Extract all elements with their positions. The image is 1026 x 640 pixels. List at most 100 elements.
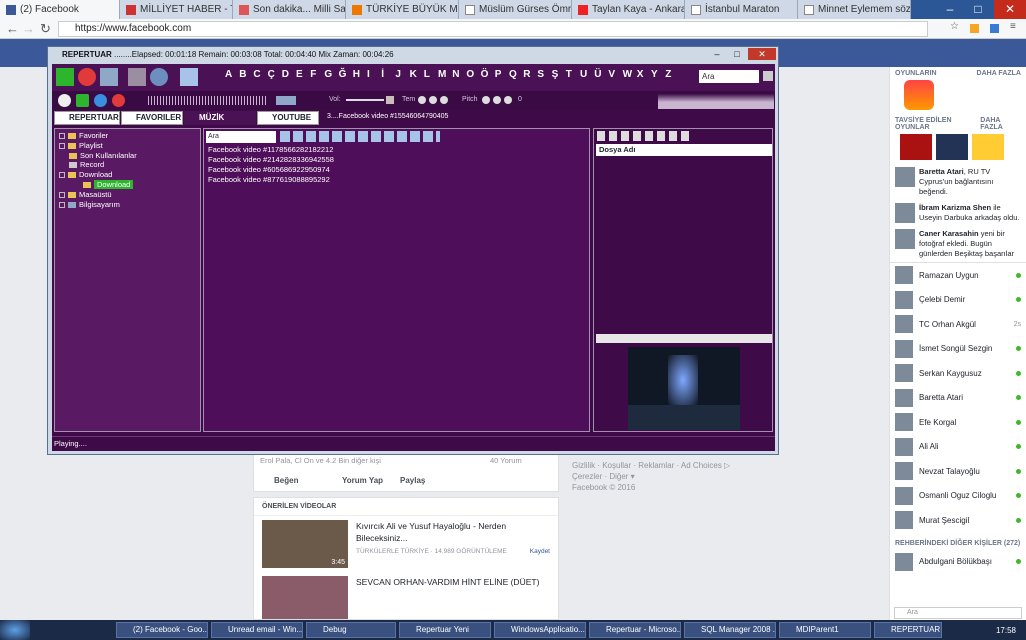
plus-icon[interactable] <box>936 134 968 160</box>
record-icon[interactable] <box>112 94 125 107</box>
taskbar-item[interactable]: Repertuar Yeni <box>399 622 491 638</box>
contact-item[interactable]: Serkan Kaygusuz <box>890 361 1026 386</box>
tree-item-download[interactable]: Download <box>59 170 112 179</box>
more-link[interactable]: DAHA FAZLA <box>980 117 1021 131</box>
letter-filter-28[interactable]: V <box>608 69 615 80</box>
letter-filter-23[interactable]: S <box>537 69 544 80</box>
letter-filter-25[interactable]: T <box>566 69 572 80</box>
list-item[interactable]: Facebook video #2142828336942558 <box>208 155 334 164</box>
doubledown-icon[interactable] <box>900 134 932 160</box>
letter-filter-21[interactable]: Q <box>509 69 517 80</box>
letter-filter-17[interactable]: N <box>452 69 459 80</box>
letter-filter-26[interactable]: U <box>580 69 587 80</box>
browser-tab[interactable]: İstanbul Maraton <box>685 0 798 19</box>
feed-item[interactable]: İbram Karizma Shen ile Useyin Darbuka ar… <box>890 200 1026 226</box>
tree-item-recent[interactable]: Son Kullanılanlar <box>69 151 137 160</box>
window-titlebar[interactable]: REPERTUAR ........Elapsed: 00:01:18 Rema… <box>48 47 778 63</box>
browser-tab[interactable]: Son dakika... Milli Sav <box>233 0 346 19</box>
letter-filter-15[interactable]: L <box>424 69 430 80</box>
notes-icon[interactable] <box>180 68 198 86</box>
forward-icon[interactable]: → <box>22 21 35 36</box>
expand-icon[interactable] <box>59 201 65 208</box>
letter-filter-12[interactable]: İ <box>381 69 384 80</box>
letter-filter-2[interactable]: B <box>239 69 246 80</box>
volume-icon[interactable] <box>386 96 394 104</box>
letter-filter-16[interactable]: M <box>438 69 446 80</box>
contact-item[interactable]: Çelebi Demir <box>890 288 1026 313</box>
add-icon[interactable] <box>56 68 74 86</box>
contact-item[interactable]: Baretta Atari <box>890 386 1026 411</box>
expand-icon[interactable] <box>59 191 65 198</box>
star-icon[interactable]: ☆ <box>950 21 959 32</box>
reactions-summary[interactable]: Erol Pala, Cl On ve 4.2 Bin diğer kişi <box>260 456 381 465</box>
taskbar-item[interactable]: Unread email - Win... <box>211 622 303 638</box>
contact-item[interactable]: İsmet Songül Sezgin <box>890 337 1026 362</box>
contact-item[interactable]: Abdulgani Bölükbaşı <box>890 550 1026 575</box>
chat-icon[interactable] <box>128 68 146 86</box>
list-search-input[interactable]: Ara <box>206 131 276 143</box>
taskbar-item[interactable]: MDIParent1 <box>779 622 871 638</box>
letter-filter-3[interactable]: C <box>253 69 260 80</box>
letter-filter-20[interactable]: P <box>495 69 502 80</box>
list-icon[interactable] <box>100 68 118 86</box>
letter-filter-31[interactable]: Y <box>651 69 658 80</box>
close-icon[interactable]: ✕ <box>994 0 1026 19</box>
letter-filter-32[interactable]: Z <box>665 69 671 80</box>
url-input[interactable]: https://www.facebook.com <box>58 21 928 37</box>
comments-count[interactable]: 40 Yorum <box>490 456 522 465</box>
expand-icon[interactable] <box>59 132 65 139</box>
tree-item-desktop[interactable]: Masaüstü <box>59 190 112 199</box>
playlist-toolbar-icons[interactable] <box>597 131 693 141</box>
minimize-icon[interactable]: – <box>708 48 726 60</box>
expand-icon[interactable] <box>59 142 65 149</box>
taskbar-item[interactable]: SQL Manager 2008 ... <box>684 622 776 638</box>
like-button[interactable]: Beğen <box>274 476 298 485</box>
reload-icon[interactable]: ↻ <box>40 21 51 37</box>
tempo-down-icon[interactable] <box>418 96 426 104</box>
taskbar-item[interactable]: Repertuar - Microso... <box>589 622 681 638</box>
contact-item[interactable]: Ali Ali <box>890 435 1026 460</box>
minimize-icon[interactable]: – <box>936 0 964 19</box>
letter-filter-10[interactable]: H <box>353 69 360 80</box>
letter-filter-29[interactable]: W <box>623 69 632 80</box>
video-item[interactable]: 3:45 Kıvırcık Ali ve Yusuf Hayaloğlu - Ne… <box>254 516 558 572</box>
extension-icon[interactable] <box>990 24 999 33</box>
save-link[interactable]: Kaydet <box>530 548 550 555</box>
contact-item[interactable]: TC Orhan Akgül 2s <box>890 312 1026 337</box>
list-item[interactable]: Facebook video #1178566282182212 <box>208 145 333 154</box>
tab-muzik[interactable]: MÜZİK <box>184 111 256 125</box>
list-item[interactable]: Facebook video #877619088895292 <box>208 175 330 184</box>
browser-tab[interactable]: Müslüm Gürses Ömrü <box>459 0 572 19</box>
eight-ball-icon[interactable] <box>972 134 1004 160</box>
letter-filter-19[interactable]: Ö <box>481 69 489 80</box>
contact-item[interactable]: Murat Şescigil <box>890 508 1026 533</box>
tab-favoriler[interactable]: FAVORILER <box>121 111 183 125</box>
volume-slider[interactable] <box>346 99 384 101</box>
tree-item-record[interactable]: Record <box>69 160 104 169</box>
start-icon[interactable] <box>0 620 30 640</box>
tree-item-computer[interactable]: Bilgisayarım <box>59 200 120 209</box>
close-icon[interactable]: ✕ <box>748 48 776 60</box>
taskbar-item[interactable]: WindowsApplicatio... <box>494 622 586 638</box>
letter-filter-6[interactable]: E <box>296 69 303 80</box>
letter-filter-11[interactable]: I <box>367 69 370 80</box>
maximize-icon[interactable]: □ <box>728 48 746 60</box>
letter-filter-5[interactable]: D <box>282 69 289 80</box>
back-icon[interactable]: ← <box>6 21 19 36</box>
taskbar-item[interactable]: REPERTUAR <box>874 622 942 638</box>
share-button[interactable]: Paylaş <box>400 476 425 485</box>
video-thumbnail[interactable]: 3:45 <box>262 520 348 568</box>
pause-icon[interactable] <box>76 94 89 107</box>
letter-filter-24[interactable]: Ş <box>552 69 559 80</box>
letter-filter-22[interactable]: R <box>523 69 530 80</box>
letter-filter-8[interactable]: G <box>324 69 332 80</box>
contact-item[interactable]: Ramazan Uygun <box>890 263 1026 288</box>
maximize-icon[interactable]: □ <box>964 0 992 19</box>
taskbar-item[interactable]: (2) Facebook - Goo... <box>116 622 208 638</box>
letter-filter-30[interactable]: X <box>637 69 644 80</box>
browser-tab[interactable]: Minnet Eylemem sözle <box>798 0 911 19</box>
taskbar-item[interactable]: Debug <box>306 622 396 638</box>
more-link[interactable]: DAHA FAZLA <box>977 70 1021 77</box>
contact-item[interactable]: Osmanli Oguz Ciloglu <box>890 484 1026 509</box>
comment-button[interactable]: Yorum Yap <box>342 476 383 485</box>
